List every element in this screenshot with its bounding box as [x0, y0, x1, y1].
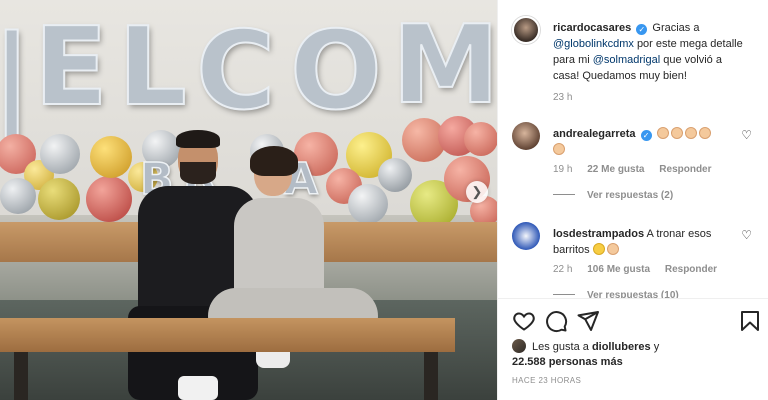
- comment-meta: 19 h 22 Me gusta Responder: [553, 164, 724, 175]
- view-replies-button[interactable]: Ver respuestas (10): [553, 290, 679, 298]
- avatar[interactable]: [512, 16, 540, 44]
- comment-text: losdestrampados A tronar esos barritos: [553, 226, 743, 258]
- avatar[interactable]: [512, 122, 540, 150]
- avatar[interactable]: [512, 339, 526, 353]
- post-photo[interactable]: | E L C O M B R A: [0, 0, 497, 400]
- likes-joiner: y: [653, 341, 660, 353]
- comment-time[interactable]: 22 h: [553, 264, 572, 275]
- photo-bench: [0, 318, 455, 352]
- view-replies-label: Ver respuestas (2): [587, 190, 674, 201]
- mention-link[interactable]: @globolinkcdmx: [553, 38, 634, 50]
- likes-count[interactable]: 22.588 personas más: [512, 356, 623, 368]
- view-replies-label: Ver respuestas (10): [587, 290, 679, 298]
- comment-likes[interactable]: 22 Me gusta: [587, 164, 644, 175]
- caption-text: ricardocasares ✓ Gracias a @globolinkcdm…: [553, 20, 743, 84]
- bookmark-icon[interactable]: [738, 309, 762, 333]
- reply-button[interactable]: Responder: [659, 164, 711, 175]
- comment-likes[interactable]: 106 Me gusta: [587, 264, 650, 275]
- balloon: [90, 136, 132, 178]
- heart-icon[interactable]: ♡: [741, 228, 752, 242]
- balloon-letter: E: [33, 5, 109, 130]
- comment-time[interactable]: 19 h: [553, 164, 572, 175]
- verified-icon: ✓: [640, 130, 652, 141]
- post-side-panel: ricardocasares ✓ Gracias a @globolinkcdm…: [497, 0, 768, 400]
- reply-button[interactable]: Responder: [665, 264, 717, 275]
- next-photo-button[interactable]: ❯: [466, 181, 488, 203]
- grin-emoji-icon: [592, 243, 607, 256]
- balloon: [40, 134, 80, 174]
- view-replies-button[interactable]: Ver respuestas (2): [553, 190, 673, 201]
- person-woman: [208, 146, 384, 400]
- caption-time-text[interactable]: 23 h: [553, 92, 572, 103]
- comment-icon[interactable]: [544, 309, 568, 333]
- balloon: [86, 176, 132, 222]
- comment-username[interactable]: losdestrampados: [553, 228, 644, 240]
- heart-icon[interactable]: [512, 309, 536, 333]
- balloon-letter: C: [195, 9, 276, 134]
- heart-icon[interactable]: ♡: [741, 128, 752, 142]
- comment-text: andrealegarreta ✓: [553, 126, 743, 158]
- likes-user[interactable]: diolluberes: [592, 341, 651, 353]
- caption-pre: Gracias a: [652, 22, 700, 34]
- comment-meta: 22 h 106 Me gusta Responder: [553, 264, 729, 275]
- bench-leg: [14, 352, 28, 400]
- balloon: [464, 122, 497, 156]
- post-actions: Les gusta a diolluberes y 22.588 persona…: [498, 298, 768, 400]
- clapping-emoji-icon: [606, 243, 621, 256]
- balloon-letter: M: [391, 3, 497, 128]
- verified-icon: ✓: [636, 24, 648, 35]
- balloon: [38, 178, 80, 220]
- balloon-letter: |: [0, 13, 32, 138]
- balloon: [0, 178, 36, 214]
- comments-list[interactable]: ricardocasares ✓ Gracias a @globolinkcdm…: [498, 0, 768, 298]
- likes-summary: Les gusta a diolluberes y 22.588 persona…: [512, 339, 659, 370]
- action-icons: [512, 309, 762, 333]
- avatar[interactable]: [512, 222, 540, 250]
- caption-time: 23 h: [553, 92, 584, 103]
- balloon-letter: O: [289, 9, 383, 134]
- send-icon[interactable]: [576, 309, 600, 333]
- bench-leg: [424, 352, 438, 400]
- mention-link[interactable]: @solmadrigal: [593, 54, 660, 66]
- caption-username[interactable]: ricardocasares: [553, 22, 631, 34]
- post-time[interactable]: HACE 23 HORAS: [512, 376, 581, 385]
- likes-prefix: Les gusta a: [532, 341, 589, 353]
- comment-username[interactable]: andrealegarreta: [553, 128, 636, 140]
- balloon-letter: L: [117, 5, 188, 130]
- chevron-right-icon: ❯: [471, 184, 483, 199]
